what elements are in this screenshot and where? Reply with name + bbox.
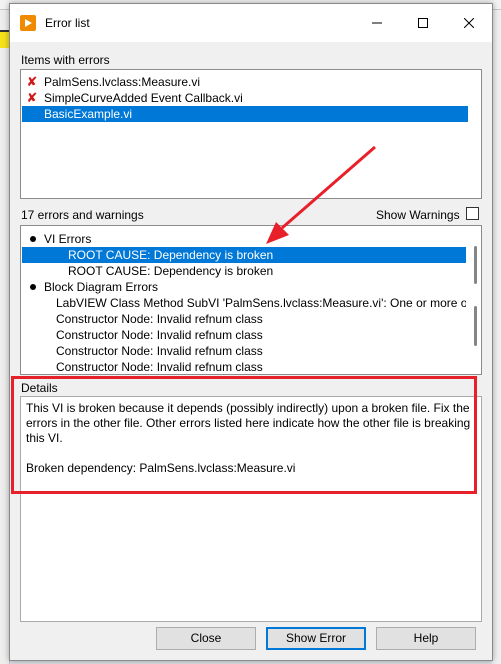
annotation-arrow-icon	[266, 145, 376, 244]
